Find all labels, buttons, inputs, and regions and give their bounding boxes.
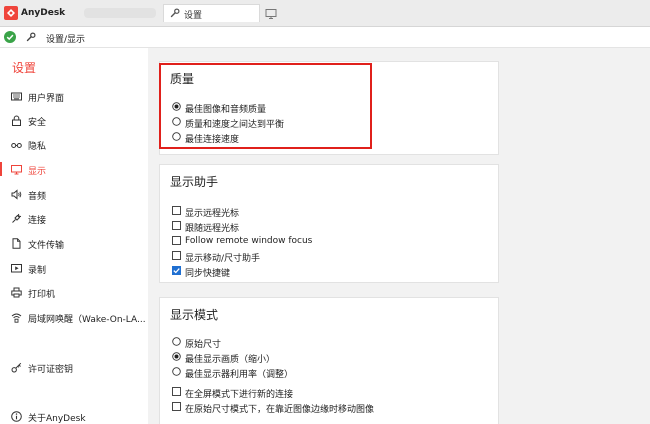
checkbox-label: 在原始尺寸模式下，在靠近图像边缘时移动图像 bbox=[185, 405, 375, 415]
sidebar-item-label: 局域网唤醒（Wake-On-LA... bbox=[28, 315, 146, 325]
wrench-icon bbox=[26, 32, 36, 42]
quality-option-label: 质量和速度之间达到平衡 bbox=[185, 120, 285, 130]
radio-icon bbox=[172, 367, 181, 376]
checkbox-icon bbox=[172, 402, 181, 411]
radio-icon bbox=[172, 337, 181, 346]
sidebar-item-label: 许可证密钥 bbox=[28, 365, 74, 375]
sidebar-item-file-transfer[interactable]: 文件传输 bbox=[0, 233, 148, 253]
display-mode-card: 显示模式 原始尺寸 最佳显示画质（缩小） 最佳显示器利用率（调整） 在全屏模式下… bbox=[159, 297, 499, 424]
checkbox-icon bbox=[172, 236, 181, 245]
sidebar-item-label: 录制 bbox=[28, 266, 47, 276]
info-icon bbox=[11, 411, 22, 422]
sidebar-item-label: 关于AnyDesk bbox=[28, 414, 86, 424]
settings-content: 质量 最佳图像和音频质量 质量和速度之间达到平衡 最佳连接速度 显示助手 显示远… bbox=[148, 48, 650, 424]
tab-settings[interactable]: 设置 bbox=[163, 4, 260, 22]
sidebar-item-label: 连接 bbox=[28, 216, 47, 226]
sidebar-item-wake-on-lan[interactable]: 局域网唤醒（Wake-On-LA... bbox=[0, 307, 148, 327]
radio-selected-icon bbox=[172, 102, 181, 111]
plug-icon bbox=[12, 213, 22, 223]
key-icon bbox=[11, 362, 22, 373]
checkbox-label: Follow remote window focus bbox=[185, 236, 313, 246]
sidebar-item-label: 隐私 bbox=[28, 142, 47, 152]
display-helper-title: 显示助手 bbox=[170, 175, 219, 189]
sidebar-item-connection[interactable]: 连接 bbox=[0, 208, 148, 228]
sidebar-item-license-key[interactable]: 许可证密钥 bbox=[0, 357, 148, 377]
sidebar-item-audio[interactable]: 音频 bbox=[0, 184, 148, 204]
settings-sidebar: 设置 用户界面 安全 隐私 显示 音频 连接 文件传输 录制 打印机 局域网唤醒… bbox=[0, 48, 148, 424]
checkbox-icon bbox=[172, 387, 181, 396]
keyboard-icon bbox=[11, 92, 22, 101]
title-bar: AnyDesk 设置 bbox=[0, 0, 650, 27]
address-bar: 设置/显示 bbox=[0, 27, 650, 48]
anydesk-logo-icon bbox=[4, 6, 18, 20]
sidebar-item-user-interface[interactable]: 用户界面 bbox=[0, 86, 148, 106]
quality-title: 质量 bbox=[170, 72, 195, 86]
checkbox-label: 同步快捷键 bbox=[185, 269, 231, 279]
display-mode-title: 显示模式 bbox=[170, 308, 219, 322]
glasses-icon bbox=[11, 143, 22, 148]
breadcrumb: 设置/显示 bbox=[46, 35, 86, 45]
checkbox-label: 显示远程光标 bbox=[185, 209, 240, 219]
file-icon bbox=[12, 238, 21, 249]
connected-check-icon bbox=[4, 31, 16, 43]
radio-selected-icon bbox=[172, 352, 181, 361]
radio-label: 最佳显示画质（缩小） bbox=[185, 355, 276, 365]
sidebar-item-security[interactable]: 安全 bbox=[0, 110, 148, 130]
speaker-icon bbox=[11, 189, 22, 200]
sidebar-item-privacy[interactable]: 隐私 bbox=[0, 134, 148, 154]
sidebar-item-printer[interactable]: 打印机 bbox=[0, 282, 148, 302]
checkbox-label: 显示移动/尺寸助手 bbox=[185, 254, 261, 264]
sidebar-item-label: 打印机 bbox=[28, 290, 56, 300]
sidebar-item-label: 显示 bbox=[28, 167, 47, 177]
checkbox-label: 在全屏模式下进行新的连接 bbox=[185, 390, 294, 400]
sidebar-item-label: 音频 bbox=[28, 192, 47, 202]
sidebar-item-label: 安全 bbox=[28, 118, 47, 128]
radio-icon bbox=[172, 132, 181, 141]
wrench-icon bbox=[170, 8, 180, 18]
sidebar-item-label: 文件传输 bbox=[28, 241, 65, 251]
checkbox-icon bbox=[172, 206, 181, 215]
sidebar-title: 设置 bbox=[12, 61, 37, 75]
radio-icon bbox=[172, 117, 181, 126]
quality-option-label: 最佳图像和音频质量 bbox=[185, 105, 267, 115]
printer-icon bbox=[11, 287, 22, 298]
lock-icon bbox=[12, 115, 21, 126]
app-title: AnyDesk bbox=[21, 8, 66, 18]
radio-label: 原始尺寸 bbox=[185, 340, 222, 350]
sidebar-item-recording[interactable]: 录制 bbox=[0, 258, 148, 278]
record-icon bbox=[11, 264, 22, 273]
sidebar-item-label: 用户界面 bbox=[28, 94, 65, 104]
checkbox-checked-icon bbox=[172, 266, 181, 275]
checkbox-label: 跟随远程光标 bbox=[185, 224, 240, 234]
quality-card: 质量 最佳图像和音频质量 质量和速度之间达到平衡 最佳连接速度 bbox=[159, 61, 499, 155]
quality-option-label: 最佳连接速度 bbox=[185, 135, 240, 145]
checkbox-icon bbox=[172, 251, 181, 260]
monitor-icon bbox=[11, 165, 22, 175]
sidebar-item-about[interactable]: 关于AnyDesk bbox=[0, 406, 148, 424]
checkbox-icon bbox=[172, 221, 181, 230]
address-id-field[interactable] bbox=[84, 8, 156, 18]
network-icon bbox=[11, 313, 22, 323]
radio-label: 最佳显示器利用率（调整） bbox=[185, 370, 294, 380]
remote-screen-icon[interactable] bbox=[265, 8, 277, 20]
sidebar-item-display[interactable]: 显示 bbox=[0, 159, 148, 179]
tab-settings-label: 设置 bbox=[184, 11, 203, 21]
display-helper-card: 显示助手 显示远程光标 跟随远程光标 Follow remote window … bbox=[159, 164, 499, 283]
